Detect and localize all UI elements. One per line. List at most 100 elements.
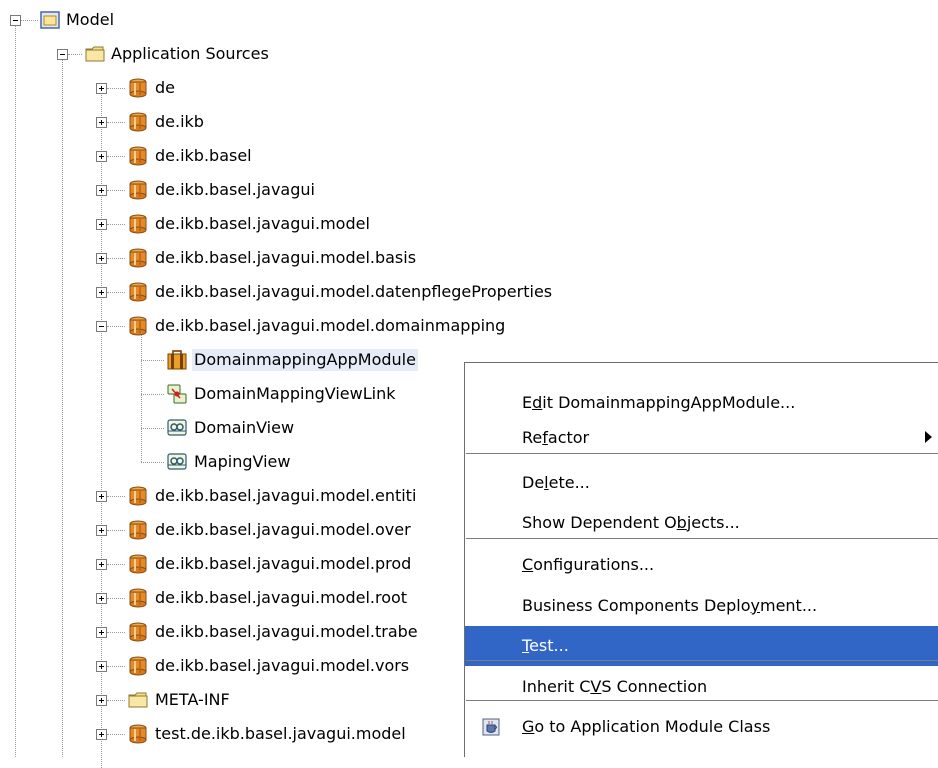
expand-icon[interactable] [96,593,107,604]
tree-node-package[interactable]: de.ikb.basel.javagui.model.domainmapping [153,315,507,337]
menu-separator [466,453,938,454]
menu-item-go-to-application-module-class[interactable]: Go to Application Module Class [465,707,938,747]
package-icon [127,77,149,99]
tree-node-package[interactable]: de.ikb.basel.javagui.model.basis [153,247,418,269]
menu-item-refactor[interactable]: Refactor [465,418,938,458]
tree-guide-line [68,54,82,55]
expand-icon[interactable] [96,661,107,672]
tree-guide-line [107,530,125,531]
tree-node-package[interactable]: de.ikb [153,111,206,133]
expand-icon[interactable] [96,151,107,162]
tree-guide-line [107,258,125,259]
tree-node-package[interactable]: de.ikb.basel.javagui.model.datenpflegePr… [153,281,554,303]
collapse-icon[interactable] [10,15,21,26]
menu-item-label: Show Dependent Objects... [522,513,740,532]
tree-guide-line [107,326,125,327]
tree-guide-line [15,26,16,757]
package-icon [127,315,149,337]
java-class-icon [480,716,502,738]
project-folder-icon [39,9,61,31]
tree-node-component[interactable]: DomainmappingAppModule [192,349,418,371]
tree-guide-line [107,598,125,599]
menu-item-label: Edit DomainmappingAppModule... [522,393,796,412]
tree-guide-line [107,122,125,123]
expand-icon[interactable] [96,117,107,128]
folder-icon [127,689,149,711]
expand-icon[interactable] [96,525,107,536]
tree-guide-line [107,632,125,633]
submenu-arrow-icon [925,431,932,443]
tree-guide-line [107,292,125,293]
package-icon [127,723,149,745]
tree-node-package[interactable]: de.ikb.basel.javagui.model.trabe [153,621,420,643]
menu-item-business-components-deployment[interactable]: Business Components Deployment... [465,586,938,626]
tree-node-package[interactable]: de.ikb.basel [153,145,254,167]
package-icon [127,179,149,201]
tree-guide-line [107,190,125,191]
tree-node-component[interactable]: DomainMappingViewLink [192,383,397,405]
menu-item-label: Test... [522,636,569,655]
tree-node-package[interactable]: de.ikb.basel.javagui.model [153,213,372,235]
view-link-icon [166,383,188,405]
tree-node-package[interactable]: de [153,77,177,99]
expand-icon[interactable] [96,627,107,638]
menu-item-label: Configurations... [522,555,655,574]
expand-icon[interactable] [96,219,107,230]
expand-icon[interactable] [96,695,107,706]
tree-node-model[interactable]: Model [64,9,116,31]
tree-node-package[interactable]: de.ikb.basel.javagui.model.prod [153,553,413,575]
expand-icon[interactable] [96,185,107,196]
package-icon [127,655,149,677]
tree-guide-line [107,224,125,225]
tree-node-package[interactable]: de.ikb.basel.javagui.model.root [153,587,409,609]
menu-item-edit-domainmappingappmodule[interactable]: Edit DomainmappingAppModule... [465,383,938,423]
tree-node-component[interactable]: DomainView [192,417,296,439]
package-icon [127,281,149,303]
tree-guide-line [141,394,164,395]
menu-item-label: Inherit CVS Connection [522,677,708,696]
package-icon [127,519,149,541]
expand-icon[interactable] [96,83,107,94]
tree-node-package[interactable]: de.ikb.basel.javagui.model.entiti [153,485,418,507]
tree-node-meta-inf[interactable]: META-INF [153,689,232,711]
tree-guide-line [107,734,125,735]
view-object-icon [166,417,188,439]
package-icon [127,111,149,133]
expand-icon[interactable] [96,559,107,570]
collapse-icon[interactable] [96,321,107,332]
menu-item-delete[interactable]: Delete... [465,463,938,503]
expand-icon[interactable] [96,491,107,502]
tree-guide-line [141,332,142,462]
collapse-icon[interactable] [57,49,68,60]
package-icon [127,587,149,609]
package-icon [127,145,149,167]
tree-guide-line [107,88,125,89]
menu-item-configurations[interactable]: Configurations... [465,545,938,585]
menu-item-label: Refactor [522,428,590,447]
tree-node-component[interactable]: MapingView [192,451,292,473]
app-module-icon [166,349,188,371]
tree-node-package[interactable]: de.ikb.basel.javagui [153,179,317,201]
expand-icon[interactable] [96,287,107,298]
menu-item-inherit-cvs-connection[interactable]: Inherit CVS Connection [465,667,938,707]
package-icon [127,485,149,507]
tree-guide-line [107,666,125,667]
tree-node-package[interactable]: test.de.ikb.basel.javagui.model [153,723,408,745]
tree-guide-line [21,20,38,21]
tree-node-package[interactable]: de.ikb.basel.javagui.model.over [153,519,413,541]
tree-guide-line [141,462,164,463]
menu-item-label: Business Components Deployment... [522,596,818,615]
menu-separator [466,538,938,539]
tree-guide-line [107,564,125,565]
tree-guide-line [62,60,63,757]
tree-node-package[interactable]: de.ikb.basel.javagui.model.vors [153,655,411,677]
menu-item-show-dependent-objects[interactable]: Show Dependent Objects... [465,503,938,543]
expand-icon[interactable] [96,253,107,264]
folder-icon [84,43,106,65]
expand-icon[interactable] [96,729,107,740]
tree-node-application-sources[interactable]: Application Sources [109,43,271,65]
context-menu: Edit DomainmappingAppModule... Refactor De… [464,362,938,757]
package-icon [127,247,149,269]
menu-separator [466,660,938,661]
tree-guide-line [141,428,164,429]
